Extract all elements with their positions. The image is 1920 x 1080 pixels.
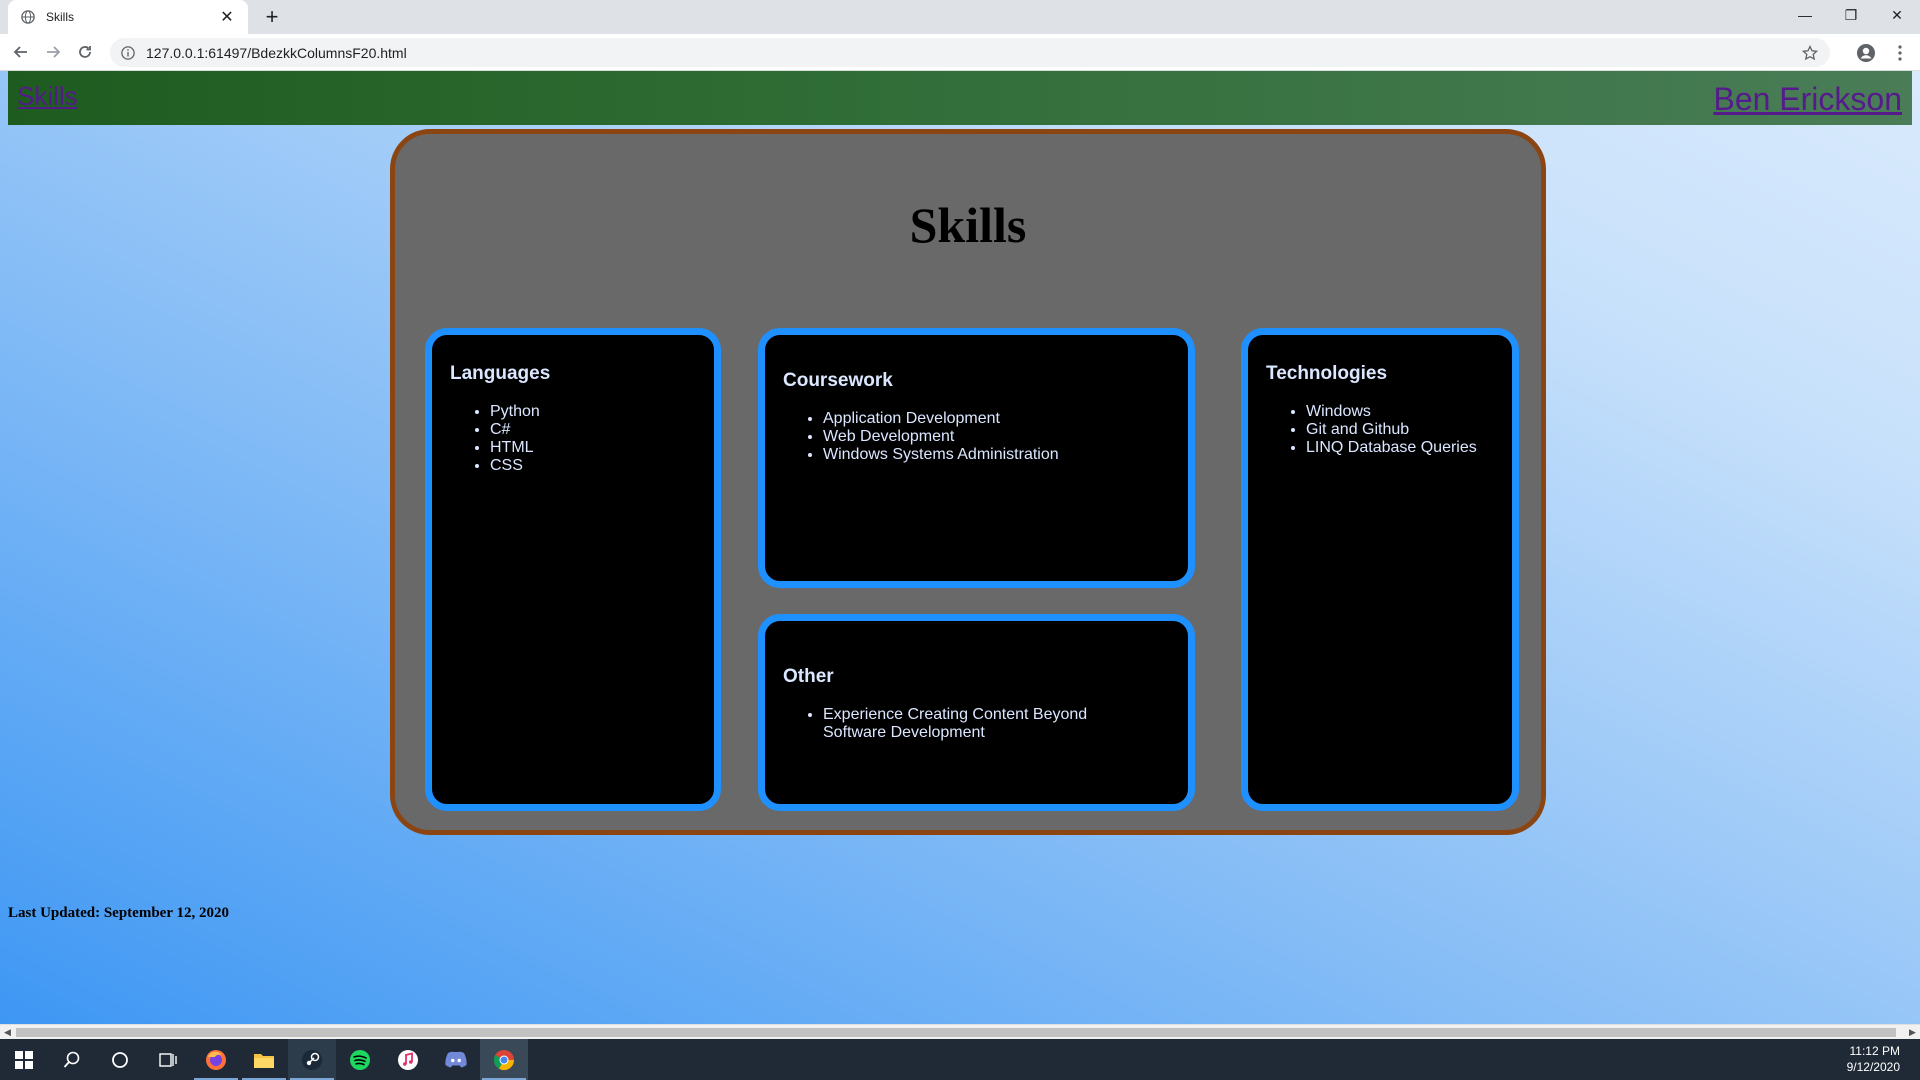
languages-list: Python C# HTML CSS <box>490 403 696 475</box>
list-item: LINQ Database Queries <box>1306 439 1494 457</box>
new-tab-button[interactable]: + <box>258 3 286 31</box>
list-item: Experience Creating Content Beyond Softw… <box>823 706 1123 742</box>
taskbar-clock[interactable]: 11:12 PM 9/12/2020 <box>1847 1043 1900 1075</box>
arrow-left-icon <box>13 46 27 58</box>
chrome-icon[interactable] <box>480 1039 528 1080</box>
list-item: Application Development <box>823 410 1170 428</box>
window-controls: — ❐ ✕ <box>1782 0 1920 30</box>
clock-time: 11:12 PM <box>1849 1044 1900 1058</box>
technologies-list: Windows Git and Github LINQ Database Que… <box>1306 403 1494 457</box>
languages-heading: Languages <box>450 363 551 384</box>
address-bar[interactable]: 127.0.0.1:61497/BdezkkColumnsF20.html <box>110 38 1830 67</box>
star-icon[interactable] <box>1800 44 1820 61</box>
browser-toolbar: 127.0.0.1:61497/BdezkkColumnsF20.html <box>0 34 1920 71</box>
scroll-left-icon[interactable]: ◀ <box>0 1025 15 1040</box>
file-explorer-icon[interactable] <box>240 1039 288 1080</box>
cortana-icon[interactable] <box>96 1039 144 1080</box>
horizontal-scrollbar[interactable]: ◀ ▶ <box>0 1024 1920 1039</box>
itunes-icon[interactable] <box>384 1039 432 1080</box>
coursework-card: Coursework Application Development Web D… <box>758 328 1195 588</box>
search-icon[interactable] <box>48 1039 96 1080</box>
skills-nav-link[interactable]: Skills <box>17 81 78 112</box>
site-header: Skills Ben Erickson <box>8 71 1912 125</box>
kebab-menu-icon[interactable] <box>1886 39 1914 67</box>
toolbar-right <box>1852 38 1914 67</box>
list-item: Git and Github <box>1306 421 1494 439</box>
list-item: C# <box>490 421 696 439</box>
list-item: Python <box>490 403 696 421</box>
window-close-button[interactable]: ✕ <box>1874 0 1920 30</box>
restore-button[interactable]: ❐ <box>1828 0 1874 30</box>
spotify-icon[interactable] <box>336 1039 384 1080</box>
list-item: HTML <box>490 439 696 457</box>
firefox-icon[interactable] <box>192 1039 240 1080</box>
list-item: Windows Systems Administration <box>823 446 1170 464</box>
languages-card: Languages Python C# HTML CSS <box>425 328 721 811</box>
tab-close-icon[interactable]: ✕ <box>218 7 236 27</box>
technologies-card: Technologies Windows Git and Github LINQ… <box>1241 328 1519 811</box>
skills-panel: Skills Languages Python C# HTML CSS Cour… <box>390 129 1546 835</box>
page-title: Skills <box>909 197 1027 253</box>
coursework-heading: Coursework <box>783 370 893 391</box>
forward-button[interactable] <box>37 36 69 68</box>
list-item: Windows <box>1306 403 1494 421</box>
minimize-button[interactable]: — <box>1782 0 1828 30</box>
windows-start-icon[interactable] <box>0 1039 48 1080</box>
discord-icon[interactable] <box>432 1039 480 1080</box>
back-button[interactable] <box>5 36 37 68</box>
browser-tab[interactable]: Skills ✕ <box>8 0 248 34</box>
steam-icon[interactable] <box>288 1039 336 1080</box>
tab-title: Skills <box>46 10 75 24</box>
info-icon[interactable] <box>120 45 136 61</box>
other-heading: Other <box>783 666 834 687</box>
clock-date: 9/12/2020 <box>1846 1060 1900 1074</box>
other-list: Experience Creating Content Beyond Softw… <box>823 706 1170 742</box>
globe-icon <box>20 9 36 25</box>
technologies-heading: Technologies <box>1266 363 1388 384</box>
task-view-icon[interactable] <box>144 1039 192 1080</box>
browser-tabstrip: Skills ✕ + — ❐ ✕ <box>0 0 1920 34</box>
coursework-list: Application Development Web Development … <box>823 410 1170 464</box>
last-updated-text: Last Updated: September 12, 2020 <box>8 905 229 921</box>
author-name-link[interactable]: Ben Erickson <box>1713 81 1902 118</box>
reload-icon <box>79 46 91 58</box>
windows-taskbar: 11:12 PM 9/12/2020 <box>0 1039 1920 1080</box>
page-viewport: Skills Ben Erickson Skills Languages Pyt… <box>0 71 1920 1024</box>
scrollbar-thumb[interactable] <box>16 1028 1896 1037</box>
arrow-right-icon <box>47 46 61 58</box>
list-item: CSS <box>490 457 696 475</box>
other-card: Other Experience Creating Content Beyond… <box>758 614 1195 811</box>
list-item: Web Development <box>823 428 1170 446</box>
url-text[interactable]: 127.0.0.1:61497/BdezkkColumnsF20.html <box>146 45 1800 61</box>
reload-button[interactable] <box>69 36 101 68</box>
profile-icon[interactable] <box>1852 39 1880 67</box>
scroll-right-icon[interactable]: ▶ <box>1905 1025 1920 1040</box>
